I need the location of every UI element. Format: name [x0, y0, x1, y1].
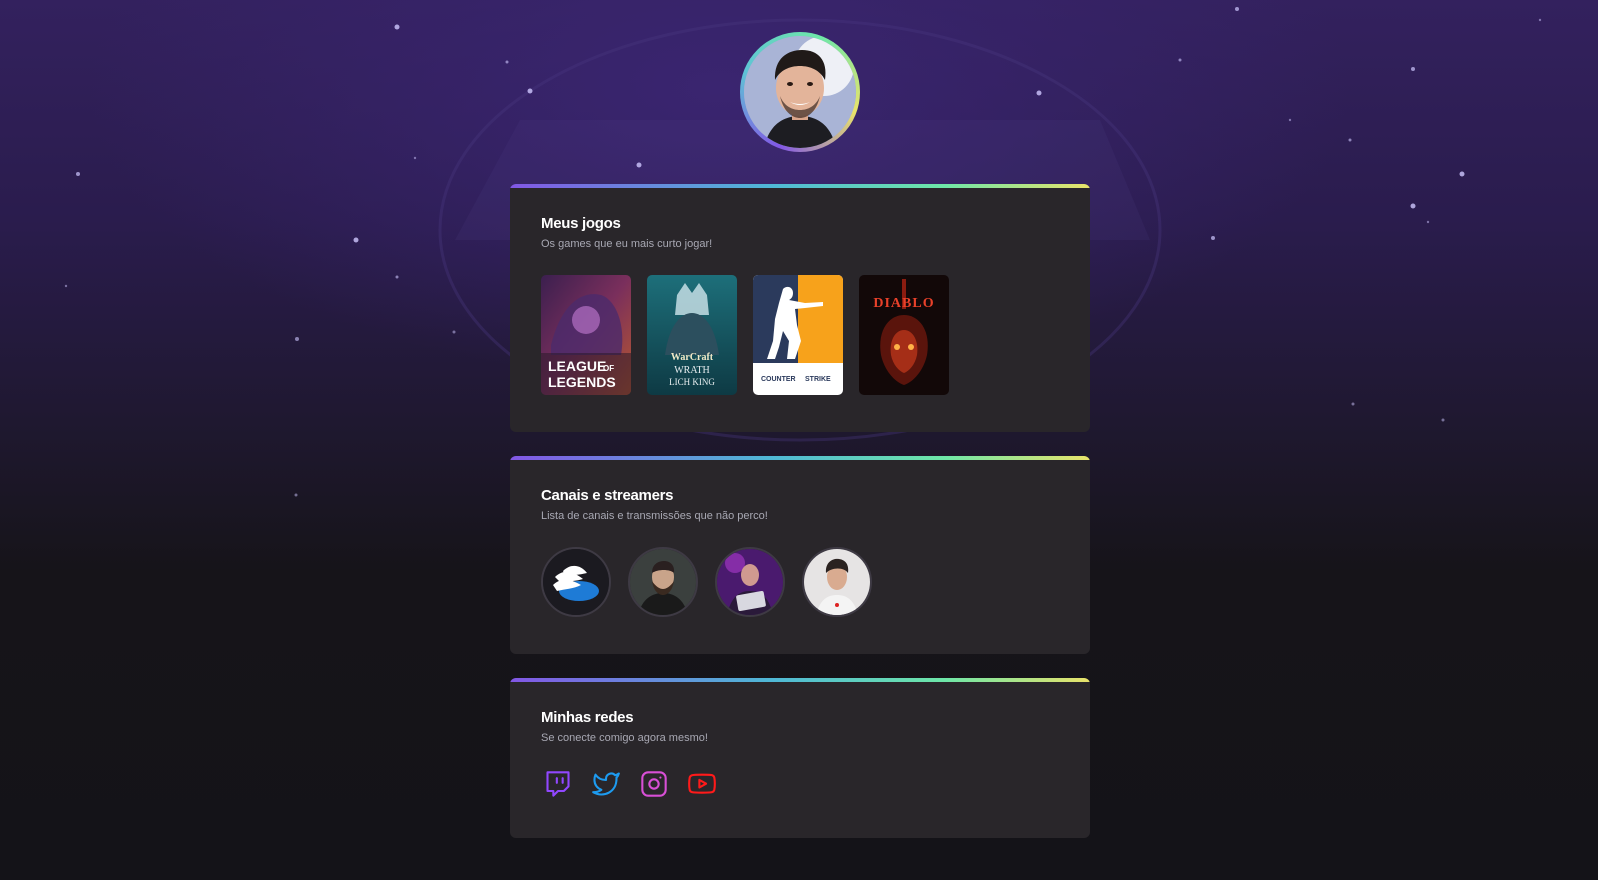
wow-lich-king-cover-icon: WarCraft WRATH LICH KING	[647, 275, 737, 395]
instagram-icon	[641, 771, 667, 797]
youtube-link[interactable]	[688, 770, 716, 798]
svg-text:WarCraft: WarCraft	[671, 352, 714, 363]
profile-avatar	[744, 36, 856, 148]
games-title: Meus jogos	[541, 215, 621, 232]
twitch-icon	[546, 771, 570, 797]
streamers-list	[541, 547, 872, 617]
social-card: Minhas redes Se conecte comigo agora mes…	[510, 678, 1090, 838]
svg-text:LICH KING: LICH KING	[669, 377, 715, 387]
game-counter-strike[interactable]: COUNTER STRIKE	[753, 275, 843, 395]
svg-text:DIABLO: DIABLO	[873, 296, 934, 311]
instagram-link[interactable]	[640, 770, 668, 798]
svg-text:OF: OF	[603, 364, 614, 373]
winged-shoe-logo-icon	[543, 549, 609, 615]
games-list: LEAGUE OF LEGENDS WarCraft WRATH LICH KI…	[541, 275, 949, 395]
svg-text:LEAGUE: LEAGUE	[548, 358, 606, 374]
social-title: Minhas redes	[541, 709, 634, 726]
streamer-avatar-3[interactable]	[715, 547, 785, 617]
streamer-photo-3-icon	[717, 549, 783, 615]
svg-text:STRIKE: STRIKE	[805, 376, 831, 383]
twitter-icon	[592, 772, 620, 796]
streamer-photo-4-icon	[804, 549, 870, 615]
social-subtitle: Se conecte comigo agora mesmo!	[541, 732, 708, 744]
game-wow-wrath-lich-king[interactable]: WarCraft WRATH LICH KING	[647, 275, 737, 395]
streamers-subtitle: Lista de canais e transmissões que não p…	[541, 510, 768, 522]
svg-text:COUNTER: COUNTER	[761, 376, 796, 383]
streamer-avatar-2[interactable]	[628, 547, 698, 617]
games-card: Meus jogos Os games que eu mais curto jo…	[510, 184, 1090, 432]
profile-avatar-ring	[740, 32, 860, 152]
profile-photo-icon	[744, 36, 856, 148]
streamer-photo-2-icon	[630, 549, 696, 615]
youtube-icon	[688, 773, 716, 794]
league-of-legends-cover-icon: LEAGUE OF LEGENDS	[541, 275, 631, 395]
streamer-avatar-4[interactable]	[802, 547, 872, 617]
svg-text:WRATH: WRATH	[674, 365, 710, 376]
streamer-avatar-1[interactable]	[541, 547, 611, 617]
streamers-title: Canais e streamers	[541, 487, 674, 504]
games-subtitle: Os games que eu mais curto jogar!	[541, 238, 713, 250]
counter-strike-cover-icon: COUNTER STRIKE	[753, 275, 843, 395]
twitch-link[interactable]	[544, 770, 572, 798]
social-links	[544, 770, 716, 798]
game-diablo[interactable]: DIABLO	[859, 275, 949, 395]
svg-text:LEGENDS: LEGENDS	[548, 374, 616, 390]
streamers-card: Canais e streamers Lista de canais e tra…	[510, 456, 1090, 654]
game-league-of-legends[interactable]: LEAGUE OF LEGENDS	[541, 275, 631, 395]
diablo-cover-icon: DIABLO	[859, 275, 949, 395]
twitter-link[interactable]	[592, 770, 620, 798]
